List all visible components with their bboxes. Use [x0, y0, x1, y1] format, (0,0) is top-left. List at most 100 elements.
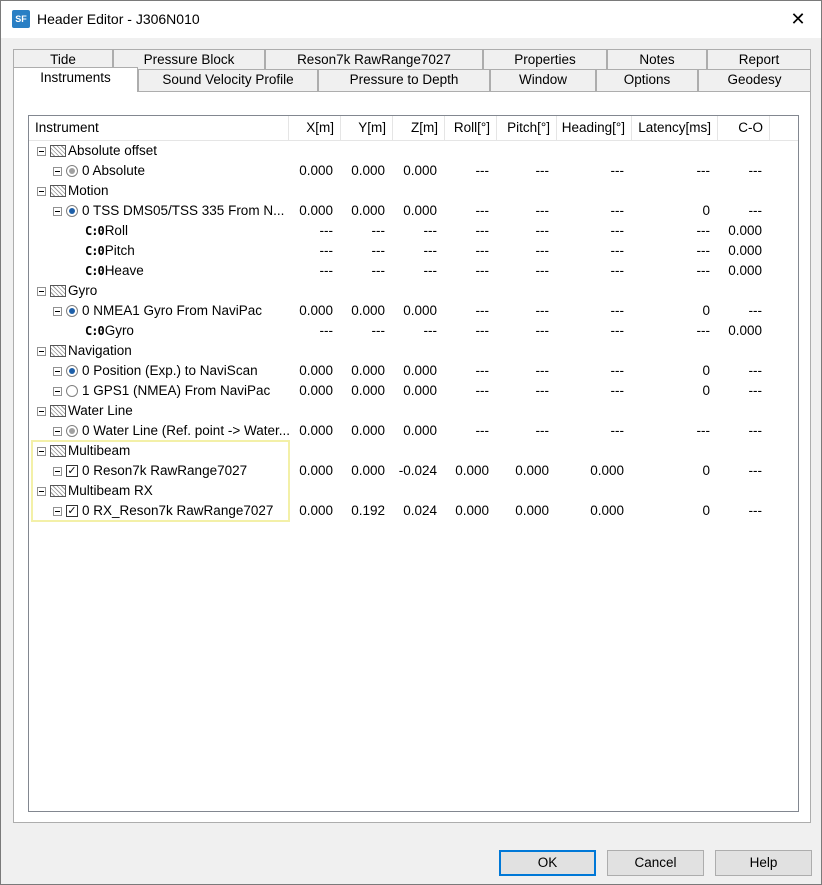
- collapse-toggle-icon[interactable]: [53, 306, 62, 316]
- cell-z-m: ---: [423, 323, 438, 338]
- tree-group-row[interactable]: Multibeam RX: [29, 481, 798, 501]
- collapse-toggle-icon[interactable]: [37, 186, 46, 196]
- tree-group-row[interactable]: Water Line: [29, 401, 798, 421]
- table-row[interactable]: 1 GPS1 (NMEA) From NaviPac 0.000 0.000 0.00…: [29, 381, 798, 401]
- table-row[interactable]: 0 NMEA1 Gyro From NaviPac 0.000 0.000 0.000…: [29, 301, 798, 321]
- channel-icon: C:0: [85, 324, 105, 338]
- collapse-toggle-icon[interactable]: [53, 206, 62, 216]
- cell-heading: 0.000: [590, 503, 624, 518]
- ok-button[interactable]: OK: [499, 850, 596, 876]
- tab-properties[interactable]: Properties: [483, 49, 607, 71]
- table-row[interactable]: ✓ 0 RX_Reson7k RawRange7027 0.000 0.192 0.02…: [29, 501, 798, 521]
- title-bar: SF Header Editor - J306N010 ✕: [1, 1, 821, 38]
- cell-latency-ms: ---: [696, 263, 711, 278]
- tree-group-row[interactable]: Gyro: [29, 281, 798, 301]
- tree-node: ✓ 0 Reson7k RawRange7027: [53, 461, 247, 481]
- cancel-button[interactable]: Cancel: [607, 850, 704, 876]
- enable-checkbox[interactable]: ✓: [66, 505, 78, 517]
- column-header-heading[interactable]: Heading[°]: [557, 116, 632, 140]
- instrument-label: Navigation: [68, 343, 132, 358]
- table-row[interactable]: C:0 Heave --- --- --- --- --- --- --- 0.000: [29, 261, 798, 281]
- tab-window[interactable]: Window: [490, 69, 596, 91]
- collapse-toggle-icon[interactable]: [37, 146, 46, 156]
- tree-node: C:0 Pitch: [85, 241, 135, 261]
- collapse-toggle-icon[interactable]: [37, 486, 46, 496]
- instruments-panel: Instrument X[m] Y[m] Z[m] Roll[°] Pitch[°] Hea…: [13, 91, 811, 823]
- tree-group-row[interactable]: Absolute offset: [29, 141, 798, 161]
- tab-report[interactable]: Report: [707, 49, 811, 71]
- cell-heading: 0.000: [590, 463, 624, 478]
- cell-z-m: 0.000: [403, 423, 437, 438]
- tree-node: Absolute offset: [37, 141, 157, 161]
- tab-sound-velocity-profile[interactable]: Sound Velocity Profile: [138, 69, 318, 91]
- table-row[interactable]: 0 TSS DMS05/TSS 335 From N... 0.000 0.000 0…: [29, 201, 798, 221]
- select-radio[interactable]: [66, 305, 78, 317]
- tree-group-row[interactable]: Multibeam: [29, 441, 798, 461]
- collapse-toggle-icon[interactable]: [53, 386, 62, 396]
- select-radio[interactable]: [66, 365, 78, 377]
- column-header-instrument[interactable]: Instrument: [29, 116, 289, 140]
- column-header-roll[interactable]: Roll[°]: [445, 116, 497, 140]
- tab-reson7k-rawrange7027[interactable]: Reson7k RawRange7027: [265, 49, 483, 71]
- tab-pressure-to-depth[interactable]: Pressure to Depth: [318, 69, 490, 91]
- channel-icon: C:0: [85, 224, 105, 238]
- cell-latency-ms: ---: [696, 223, 711, 238]
- table-row[interactable]: 0 Position (Exp.) to NaviScan 0.000 0.000 0…: [29, 361, 798, 381]
- tree-node: 1 GPS1 (NMEA) From NaviPac: [53, 381, 270, 401]
- enable-checkbox[interactable]: ✓: [66, 465, 78, 477]
- tab-geodesy[interactable]: Geodesy: [698, 69, 811, 91]
- cell-roll: 0.000: [455, 463, 489, 478]
- tab-notes[interactable]: Notes: [607, 49, 707, 71]
- column-header-c-o[interactable]: C-O: [718, 116, 770, 140]
- tab-options[interactable]: Options: [596, 69, 698, 91]
- cell-roll: ---: [475, 263, 490, 278]
- cell-latency-ms: ---: [696, 323, 711, 338]
- table-row[interactable]: 0 Water Line (Ref. point -> Water... 0.00…: [29, 421, 798, 441]
- cell-c-o: ---: [748, 463, 763, 478]
- table-row[interactable]: C:0 Gyro --- --- --- --- --- --- --- 0.000: [29, 321, 798, 341]
- table-row[interactable]: 0 Absolute 0.000 0.000 0.000 --- --- --- --- ---: [29, 161, 798, 181]
- collapse-toggle-icon[interactable]: [53, 426, 62, 436]
- cell-roll: ---: [475, 203, 490, 218]
- column-header-x-m[interactable]: X[m]: [289, 116, 341, 140]
- column-header-latency-ms[interactable]: Latency[ms]: [632, 116, 718, 140]
- cell-pitch: ---: [535, 423, 550, 438]
- cell-y-m: 0.000: [351, 303, 385, 318]
- collapse-toggle-icon[interactable]: [53, 366, 62, 376]
- select-radio[interactable]: [66, 205, 78, 217]
- cell-z-m: -0.024: [398, 463, 437, 478]
- instrument-label: Pitch: [104, 243, 135, 258]
- tree-group-row[interactable]: Motion: [29, 181, 798, 201]
- collapse-toggle-icon[interactable]: [37, 286, 46, 296]
- instrument-list[interactable]: Instrument X[m] Y[m] Z[m] Roll[°] Pitch[°] Hea…: [28, 115, 799, 812]
- cell-latency-ms: ---: [696, 163, 711, 178]
- column-header-pitch[interactable]: Pitch[°]: [497, 116, 557, 140]
- collapse-toggle-icon[interactable]: [37, 446, 46, 456]
- column-header-y-m[interactable]: Y[m]: [341, 116, 393, 140]
- table-row[interactable]: ✓ 0 Reson7k RawRange7027 0.000 0.000 -0.024 0…: [29, 461, 798, 481]
- table-row[interactable]: C:0 Pitch --- --- --- --- --- --- --- 0.000: [29, 241, 798, 261]
- cell-x-m: 0.000: [299, 383, 333, 398]
- tree-node: Multibeam RX: [37, 481, 153, 501]
- tab-instruments[interactable]: Instruments: [13, 67, 138, 92]
- collapse-toggle-icon[interactable]: [37, 406, 46, 416]
- cell-z-m: ---: [423, 263, 438, 278]
- column-header-z-m[interactable]: Z[m]: [393, 116, 445, 140]
- select-radio[interactable]: [66, 165, 78, 177]
- help-button[interactable]: Help: [715, 850, 812, 876]
- collapse-toggle-icon[interactable]: [53, 466, 62, 476]
- tree-group-row[interactable]: Navigation: [29, 341, 798, 361]
- tree-node: 0 Water Line (Ref. point -> Water...: [53, 421, 290, 441]
- tree-node: C:0 Roll: [85, 221, 128, 241]
- collapse-toggle-icon[interactable]: [53, 166, 62, 176]
- close-icon[interactable]: ✕: [775, 1, 821, 38]
- select-radio[interactable]: [66, 385, 78, 397]
- select-radio[interactable]: [66, 425, 78, 437]
- collapse-toggle-icon[interactable]: [37, 346, 46, 356]
- table-row[interactable]: C:0 Roll --- --- --- --- --- --- --- 0.000: [29, 221, 798, 241]
- cell-roll: 0.000: [455, 503, 489, 518]
- folder-icon: [50, 445, 66, 457]
- cell-roll: ---: [475, 303, 490, 318]
- collapse-toggle-icon[interactable]: [53, 506, 62, 516]
- cell-z-m: ---: [423, 243, 438, 258]
